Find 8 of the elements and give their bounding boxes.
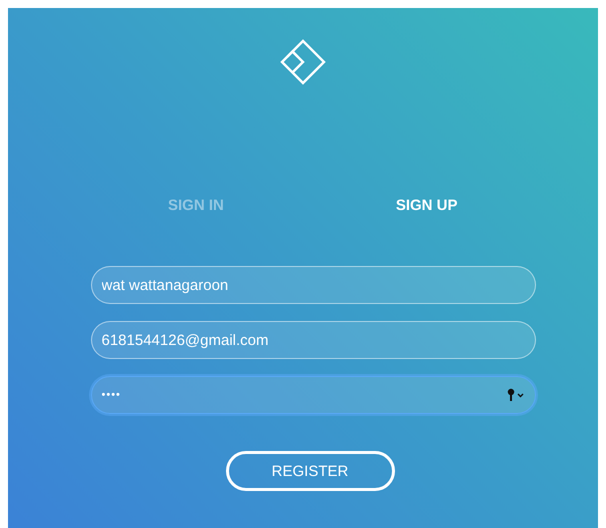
password-field[interactable]: ••••: [90, 376, 536, 414]
input-field[interactable]: wat wattanagaroon: [90, 266, 536, 304]
tab[interactable]: SIGN IN: [168, 197, 224, 214]
input-field[interactable]: 6181544126@gmail.com: [90, 321, 536, 359]
tab[interactable]: SIGN UP: [396, 197, 458, 214]
diamond-logo-icon: [280, 39, 326, 85]
key-icon[interactable]: [506, 388, 526, 402]
register-button[interactable]: REGISTER: [226, 451, 394, 491]
